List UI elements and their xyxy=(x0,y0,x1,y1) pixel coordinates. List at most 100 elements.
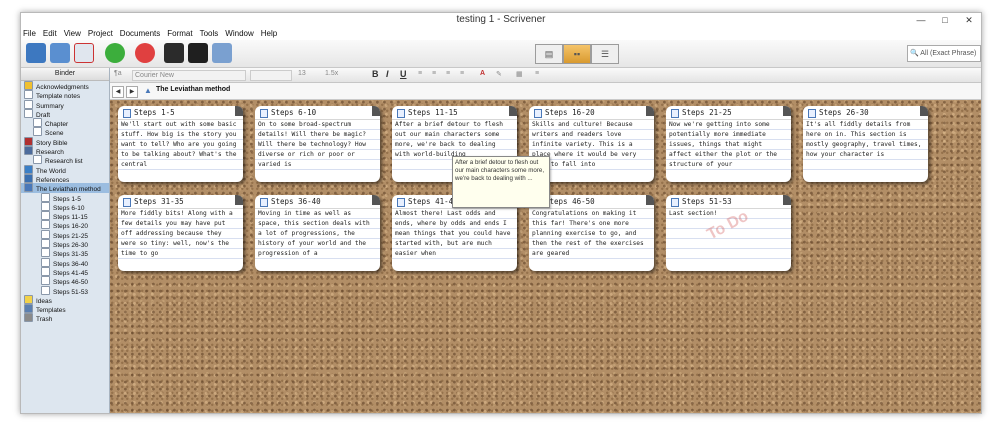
forward-arrow-icon[interactable]: ▶ xyxy=(126,86,138,98)
sync-icon[interactable] xyxy=(74,43,94,63)
font-dropdown[interactable]: Courier New xyxy=(132,70,246,81)
card-synopsis: It's all fiddly details from here on in.… xyxy=(803,120,928,170)
align-left-icon[interactable]: ≡ xyxy=(418,70,422,77)
fullscreen-icon[interactable] xyxy=(188,43,208,63)
document-icon xyxy=(41,192,50,202)
collections-icon[interactable] xyxy=(50,43,70,63)
italic-button[interactable]: I xyxy=(386,69,389,79)
binder-item[interactable]: Summary xyxy=(21,99,109,110)
card-synopsis: Now we're getting into some potentially … xyxy=(666,120,791,170)
document-icon xyxy=(41,257,50,267)
binder-item[interactable]: Draft xyxy=(21,108,109,119)
binder-item[interactable]: The Leviathan method xyxy=(21,183,109,193)
binder-toggle-icon[interactable] xyxy=(26,43,46,63)
scrivenings-icon: ▤ xyxy=(544,48,554,59)
underline-button[interactable]: U xyxy=(400,69,407,79)
binder-item[interactable]: Steps 1-5 xyxy=(21,192,109,203)
binder-item[interactable]: Steps 6-10 xyxy=(21,201,109,212)
card-synopsis: Last section! xyxy=(666,209,791,259)
binder-item[interactable]: Steps 41-45 xyxy=(21,266,109,277)
line-spacing-dropdown[interactable]: 1.5x xyxy=(325,70,338,77)
delete-icon[interactable] xyxy=(135,43,155,63)
outliner-view-button[interactable]: ☰ xyxy=(591,44,619,64)
index-card[interactable]: Steps 1-5 We'll start out with some basic… xyxy=(118,106,243,182)
binder-item[interactable]: Research xyxy=(21,146,109,156)
binder-list: Acknowledgments Template notes Summary Draf… xyxy=(21,81,109,323)
search-icon: 🔍 xyxy=(910,50,919,57)
menu-view[interactable]: View xyxy=(62,27,86,40)
highlight-icon[interactable]: ✎ xyxy=(496,70,502,78)
text-color-icon[interactable]: A xyxy=(480,70,485,77)
card-title-bar: Steps 1-5 xyxy=(118,106,243,120)
align-right-icon[interactable]: ≡ xyxy=(446,70,450,77)
menu-format[interactable]: Format xyxy=(165,27,197,40)
keywords-icon[interactable] xyxy=(164,43,184,63)
binder-item[interactable]: The World xyxy=(21,164,109,175)
binder-item[interactable]: Templates xyxy=(21,304,109,314)
search-field[interactable]: 🔍 All (Exact Phrase) xyxy=(907,45,981,62)
binder-item[interactable]: Chapter xyxy=(21,118,109,128)
index-card[interactable]: Steps 21-25 Now we're getting into some p… xyxy=(666,106,791,182)
card-corner xyxy=(235,195,243,205)
card-title: Steps 41-45 xyxy=(408,197,458,206)
menu-tools[interactable]: Tools xyxy=(198,27,224,40)
typeface-dropdown[interactable] xyxy=(250,70,292,81)
binder-item[interactable]: Steps 26-30 xyxy=(21,239,109,249)
bold-button[interactable]: B xyxy=(372,69,379,79)
card-corner xyxy=(372,106,380,116)
index-card[interactable]: Steps 6-10 On to some broad-spectrum deta… xyxy=(255,106,380,182)
maximize-icon[interactable]: □ xyxy=(933,13,957,27)
menu-edit[interactable]: Edit xyxy=(41,27,62,40)
document-type-icon: ▲ xyxy=(144,86,152,95)
index-card[interactable]: Steps 51-53 Last section! To Do xyxy=(666,195,791,271)
menu-help[interactable]: Help xyxy=(259,27,282,40)
add-icon[interactable] xyxy=(105,43,125,63)
document-icon xyxy=(33,118,42,128)
binder-item[interactable]: Template notes xyxy=(21,90,109,100)
binder-item[interactable]: Steps 21-25 xyxy=(21,229,109,240)
close-icon[interactable]: ✕ xyxy=(957,13,981,27)
font-size-dropdown[interactable]: 13 xyxy=(298,70,306,77)
card-title: Steps 51-53 xyxy=(682,197,732,206)
menu-file[interactable]: File xyxy=(21,27,41,40)
compile-icon[interactable] xyxy=(212,43,232,63)
editor-title: The Leviathan method xyxy=(156,86,231,93)
card-title: Steps 46-50 xyxy=(545,197,595,206)
binder-item[interactable]: Steps 36-40 xyxy=(21,257,109,268)
binder-item[interactable]: References xyxy=(21,173,109,184)
align-center-icon[interactable]: ≡ xyxy=(432,70,436,77)
list-icon[interactable]: ≡ xyxy=(535,70,539,77)
index-card[interactable]: Steps 31-35 More fiddly bits! Along with … xyxy=(118,195,243,271)
app-window: testing 1 - Scrivener — □ ✕ File Edit Vi… xyxy=(20,12,982,414)
binder-item[interactable]: Ideas xyxy=(21,294,109,305)
binder-item[interactable]: Steps 31-35 xyxy=(21,248,109,258)
binder-item[interactable]: Story Bible xyxy=(21,136,109,147)
card-title-bar: Steps 26-30 xyxy=(803,106,928,120)
binder-item[interactable]: Scene xyxy=(21,127,109,137)
style-dropdown[interactable]: ¶a xyxy=(114,70,122,77)
scrivenings-view-button[interactable]: ▤ xyxy=(535,44,563,64)
card-synopsis: We'll start out with some basic stuff. H… xyxy=(118,120,243,170)
index-card[interactable]: Steps 26-30 It's all fiddly details from … xyxy=(803,106,928,182)
menu-window[interactable]: Window xyxy=(223,27,258,40)
binder-item[interactable]: Steps 46-50 xyxy=(21,276,109,286)
corkboard-view-button[interactable]: ▪▪ xyxy=(563,44,591,64)
binder-item[interactable]: Steps 16-20 xyxy=(21,220,109,230)
card-corner xyxy=(372,195,380,205)
binder-item[interactable]: Trash xyxy=(21,313,109,323)
menu-project[interactable]: Project xyxy=(86,27,118,40)
binder-item[interactable]: Steps 51-53 xyxy=(21,285,109,296)
justify-icon[interactable]: ≡ xyxy=(460,70,464,77)
research-icon xyxy=(24,146,33,156)
binder-item[interactable]: Research list xyxy=(21,155,109,165)
table-icon[interactable]: ▦ xyxy=(516,70,523,78)
minimize-icon[interactable]: — xyxy=(909,13,933,27)
card-title: Steps 16-20 xyxy=(545,108,595,117)
star-icon xyxy=(24,81,33,90)
binder-item[interactable]: Steps 11-15 xyxy=(21,211,109,221)
templates-icon xyxy=(24,304,33,314)
menu-documents[interactable]: Documents xyxy=(118,27,165,40)
index-card[interactable]: Steps 36-40 Moving in time as well as spa… xyxy=(255,195,380,271)
back-arrow-icon[interactable]: ◀ xyxy=(112,86,124,98)
binder-item[interactable]: Acknowledgments xyxy=(21,81,109,91)
